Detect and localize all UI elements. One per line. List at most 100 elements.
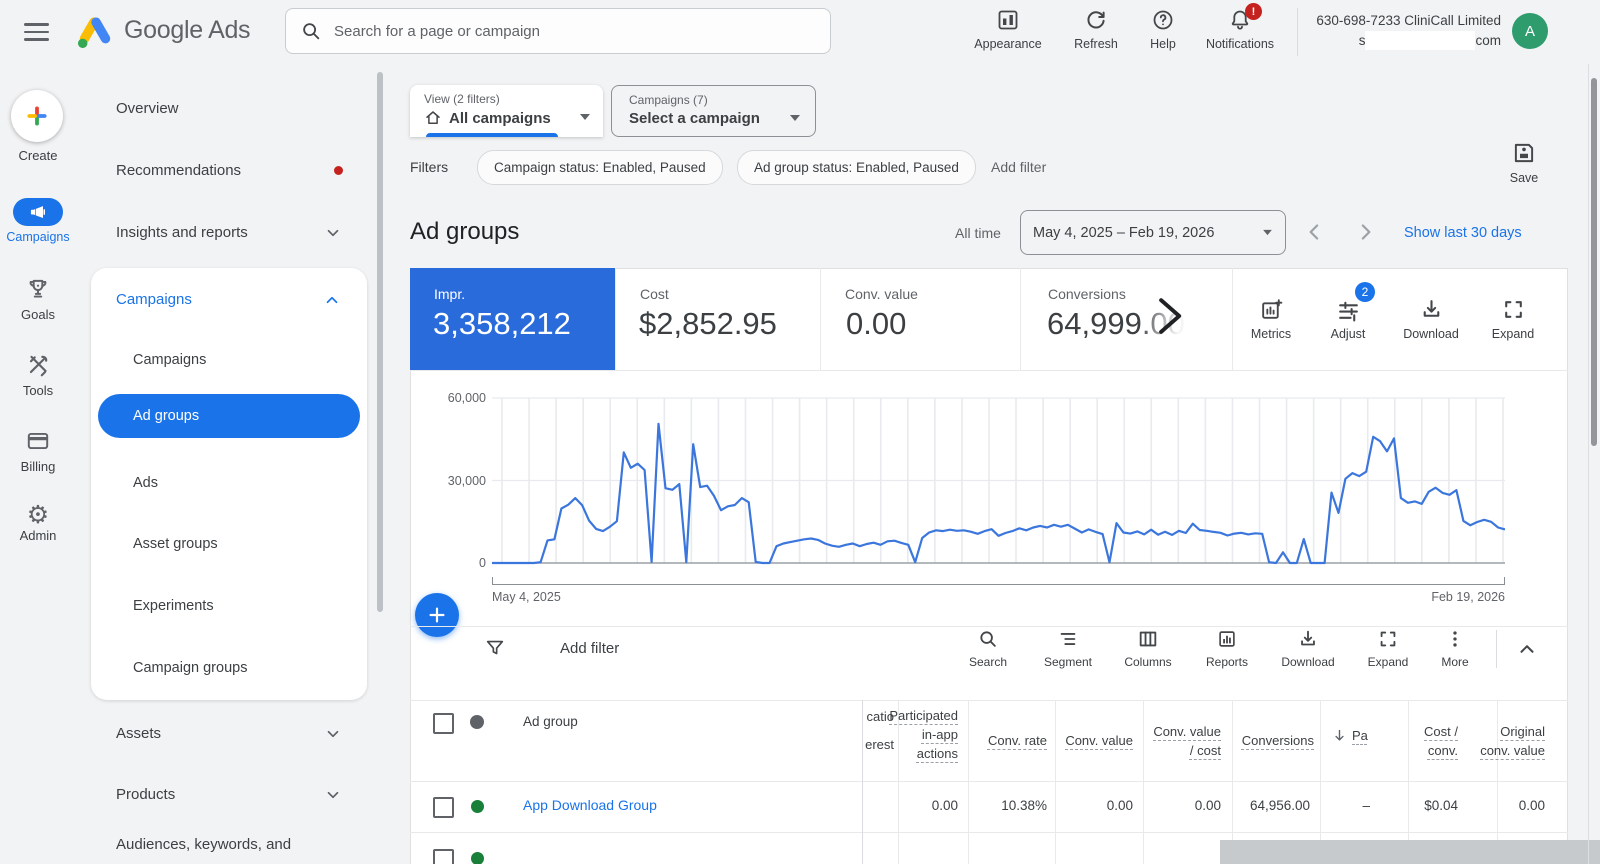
campaign-selector[interactable]: Campaigns (7) Select a campaign — [611, 85, 816, 137]
nav-item-ad-groups-active[interactable]: Ad groups — [98, 394, 360, 438]
panel-download-button[interactable]: Download — [1390, 297, 1472, 341]
page-scrollbar-thumb[interactable] — [1591, 78, 1597, 446]
topbar: Google Ads Appearance Refresh — [0, 0, 1600, 64]
save-button[interactable]: Save — [1498, 140, 1550, 185]
view-selector[interactable]: View (2 filters) All campaigns — [410, 85, 603, 137]
col-header-participated[interactable]: Participated in-app actions — [878, 706, 958, 763]
page-scrollbar-track — [1588, 64, 1589, 864]
collapse-table-chevron[interactable] — [1516, 638, 1538, 665]
date-prev-button[interactable] — [1302, 219, 1328, 250]
nav-item-campaign-groups[interactable]: Campaign groups — [133, 660, 247, 676]
show-last-30-days-link[interactable]: Show last 30 days — [1404, 225, 1522, 241]
rail-item-goals[interactable]: Goals — [6, 276, 70, 322]
rail-item-billing[interactable]: Billing — [6, 428, 70, 474]
rail-item-campaigns[interactable]: Campaigns — [6, 198, 70, 244]
rail-item-tools[interactable]: Tools — [6, 352, 70, 398]
help-button[interactable]: Help — [1133, 8, 1193, 51]
secondary-nav: Overview Recommendations Insights and re… — [76, 64, 383, 864]
filter-chip-ad-group-status[interactable]: Ad group status: Enabled, Paused — [737, 150, 976, 185]
add-fab-button[interactable] — [415, 593, 459, 637]
avatar[interactable]: A — [1512, 13, 1548, 49]
toolbar-search-button[interactable]: Search — [953, 628, 1023, 669]
page-title: Ad groups — [410, 218, 519, 246]
x-label-start: May 4, 2025 — [492, 590, 561, 604]
email-redaction-box — [1365, 31, 1475, 50]
scorecard-conversions[interactable]: Conversions 64,999.00 — [1020, 268, 1232, 370]
toolbar-segment-button[interactable]: Segment — [1030, 628, 1106, 669]
create-button[interactable]: Create — [11, 90, 65, 163]
nav-item-ads[interactable]: Ads — [133, 475, 158, 491]
scorecard-conv-value[interactable]: Conv. value 0.00 — [820, 268, 1020, 370]
row1-conv-value: 0.00 — [1055, 798, 1133, 813]
scorecard-impressions[interactable]: Impr. 3,358,212 — [410, 268, 615, 370]
nav-scrollbar[interactable] — [377, 72, 383, 612]
col-header-conversions[interactable]: Conversions — [1232, 731, 1314, 750]
col-header-cost-conv[interactable]: Cost / conv. — [1398, 722, 1458, 760]
filter-chip-campaign-status[interactable]: Campaign status: Enabled, Paused — [477, 150, 723, 185]
refresh-button[interactable]: Refresh — [1061, 8, 1131, 51]
nav-item-experiments[interactable]: Experiments — [133, 598, 214, 614]
scorecard-cost-value: $2,852.95 — [639, 306, 777, 342]
account-email-suffix: com — [1475, 33, 1501, 48]
adjust-button[interactable]: Adjust — [1312, 297, 1384, 341]
rail-item-admin[interactable]: ⚙ Admin — [6, 502, 70, 543]
date-range-picker[interactable]: May 4, 2025 – Feb 19, 2026 — [1020, 210, 1286, 255]
row1-status-enabled-dot — [471, 800, 484, 813]
nav-item-assets[interactable]: Assets — [116, 725, 161, 742]
view-dropdown-arrow-icon — [579, 113, 591, 121]
table-horizontal-scrollbar[interactable] — [1220, 840, 1600, 864]
col-header-conv-value-cost[interactable]: Conv. value / cost — [1143, 722, 1221, 760]
col-header-conv-rate[interactable]: Conv. rate — [968, 731, 1047, 750]
reports-icon — [1216, 628, 1238, 650]
google-ads-logo-icon[interactable] — [74, 11, 116, 53]
save-icon — [1511, 140, 1537, 166]
status-filter-dot[interactable] — [470, 715, 484, 729]
toolbar-columns-button[interactable]: Columns — [1110, 628, 1186, 669]
toolbar-expand-button[interactable]: Expand — [1352, 628, 1424, 669]
nav-section-campaigns[interactable]: Campaigns — [116, 291, 192, 308]
products-chevron-down-icon — [324, 786, 342, 809]
row1-original-conv-value: 0.00 — [1465, 798, 1545, 813]
table-add-filter[interactable]: Add filter — [560, 640, 619, 657]
nav-item-recommendations[interactable]: Recommendations — [116, 162, 241, 179]
scorecard-cost-label: Cost — [640, 286, 669, 302]
col-header-ad-group[interactable]: Ad group — [523, 714, 578, 729]
col-header-original-conv-value[interactable]: Original conv. value — [1465, 722, 1545, 760]
table-filter-funnel-icon[interactable] — [484, 637, 506, 664]
toolbar-more-button[interactable]: More — [1428, 628, 1482, 669]
account-info[interactable]: 630-698-7233 CliniCall Limited s com — [1305, 13, 1501, 50]
scorecard-cost[interactable]: Cost $2,852.95 — [615, 268, 820, 370]
nav-item-products[interactable]: Products — [116, 786, 175, 803]
search-input[interactable] — [332, 8, 830, 54]
col-header-pa-sorted[interactable]: Pa — [1332, 728, 1368, 743]
nav-item-sub-campaigns[interactable]: Campaigns — [133, 352, 206, 368]
global-search[interactable] — [285, 8, 831, 54]
appearance-button[interactable]: Appearance — [968, 8, 1048, 51]
expand-icon — [1377, 628, 1399, 650]
scorecard-impr-value: 3,358,212 — [433, 306, 571, 342]
row1-ad-group-link[interactable]: App Download Group — [523, 797, 657, 813]
date-range-value: May 4, 2025 – Feb 19, 2026 — [1033, 225, 1214, 241]
scorecards-next-arrow[interactable] — [1152, 292, 1186, 345]
row2-checkbox[interactable] — [433, 849, 454, 864]
add-filter-link[interactable]: Add filter — [991, 159, 1046, 175]
scorecard-conversions-label: Conversions — [1048, 286, 1126, 302]
nav-item-asset-groups[interactable]: Asset groups — [133, 536, 218, 552]
select-all-checkbox[interactable] — [433, 713, 454, 734]
hamburger-menu-icon[interactable] — [24, 23, 49, 41]
notifications-button[interactable]: Notifications — [1196, 8, 1284, 51]
impressions-line-chart[interactable] — [492, 396, 1505, 568]
nav-item-overview[interactable]: Overview — [116, 100, 179, 117]
create-plus-icon — [23, 102, 51, 130]
date-next-button[interactable] — [1352, 219, 1378, 250]
toolbar-reports-button[interactable]: Reports — [1192, 628, 1262, 669]
download-icon — [1297, 628, 1319, 650]
row1-checkbox[interactable] — [433, 797, 454, 818]
panel-expand-button[interactable]: Expand — [1478, 297, 1548, 341]
nav-item-insights[interactable]: Insights and reports — [116, 224, 248, 241]
chart-area: 60,000 30,000 0 May 4, 2025 Feb 19, 2026 — [410, 370, 1568, 626]
nav-item-audiences[interactable]: Audiences, keywords, and — [116, 836, 291, 853]
metrics-button[interactable]: Metrics — [1233, 297, 1309, 341]
col-header-conv-value[interactable]: Conv. value — [1055, 731, 1133, 750]
toolbar-download-button[interactable]: Download — [1266, 628, 1350, 669]
